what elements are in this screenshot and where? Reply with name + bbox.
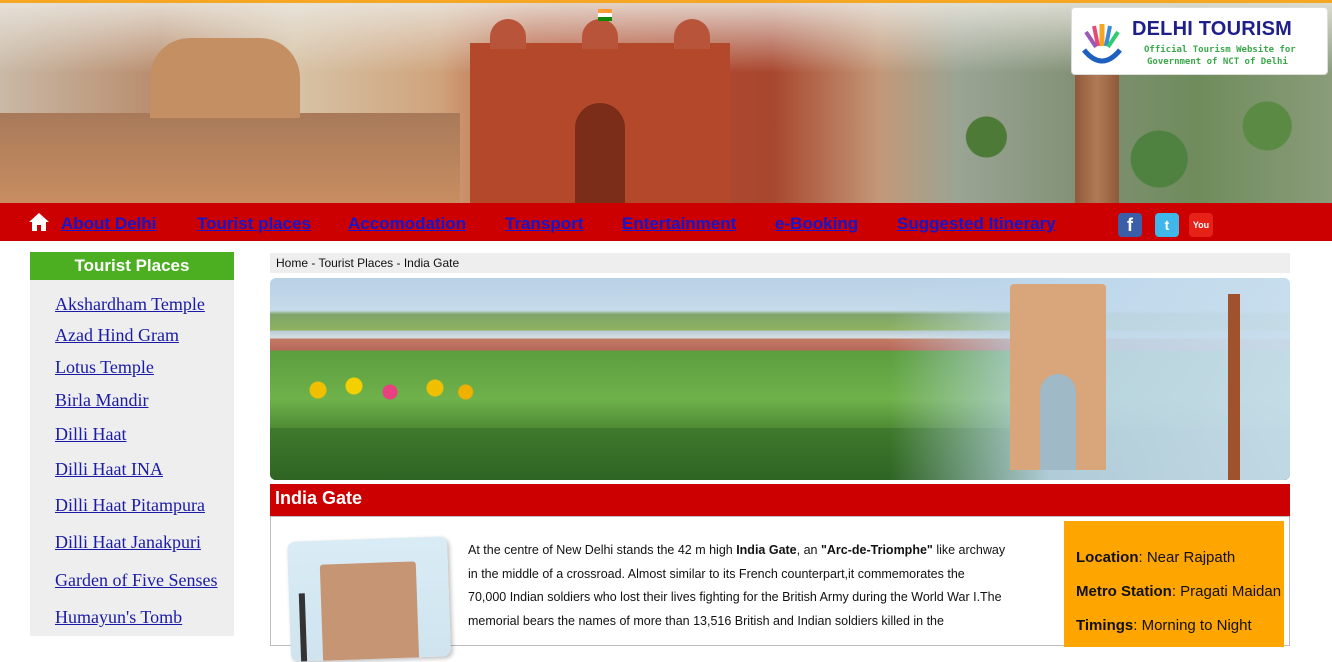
banner-akshardham-temple (150, 38, 300, 118)
twitter-icon[interactable]: t (1155, 213, 1179, 237)
logo-title: DELHI TOURISM (1132, 18, 1293, 40)
banner-qutub-minar (1075, 63, 1119, 203)
nav-tourist-places[interactable]: Tourist places (197, 214, 311, 234)
description-line-2: in the middle of a crossroad. Almost sim… (468, 566, 965, 581)
nav-e-booking[interactable]: e-Booking (775, 214, 858, 234)
facebook-icon[interactable]: f (1118, 213, 1142, 237)
sidebar-item-dilli-haat-ina[interactable]: Dilli Haat INA (55, 459, 163, 480)
indian-flag-icon (598, 9, 612, 21)
hero-flower-bed (300, 370, 480, 410)
info-metro-label: Metro Station (1076, 583, 1172, 600)
nav-accomodation[interactable]: Accomodation (348, 214, 466, 234)
info-timings-value: : Morning to Night (1133, 617, 1252, 634)
sidebar-item-humayuns-tomb[interactable]: Humayun's Tomb (55, 607, 182, 628)
info-location-label: Location (1076, 549, 1139, 566)
nav-about-delhi[interactable]: About Delhi (61, 214, 156, 234)
sidebar-item-garden-of-five-senses[interactable]: Garden of Five Senses (55, 570, 217, 591)
arch-opening (1040, 374, 1076, 470)
sidebar-title: Tourist Places (30, 252, 234, 280)
fort-dome (490, 19, 526, 49)
hero-lamp-post (1228, 294, 1240, 480)
banner-red-fort (470, 19, 730, 203)
nav-entertainment[interactable]: Entertainment (622, 214, 736, 234)
fort-dome (674, 19, 710, 49)
description-text: At the centre of New Delhi stands the 42… (468, 539, 1038, 633)
info-panel: Location: Near Rajpath Metro Station: Pr… (1064, 521, 1284, 647)
fort-gate (575, 103, 625, 203)
sidebar-item-azad-hind-gram[interactable]: Azad Hind Gram (55, 325, 179, 346)
info-metro-value: : Pragati Maidan (1171, 583, 1282, 600)
hero-india-gate-arch (1010, 284, 1106, 470)
desc-arc-de-triomphe-bold: "Arc-de-Triomphe" (820, 543, 933, 557)
info-location-value: : Near Rajpath (1138, 549, 1236, 566)
sidebar-item-dilli-haat-pitampura[interactable]: Dilli Haat Pitampura (55, 495, 205, 516)
info-metro: Metro Station: Pragati Maidan (1076, 583, 1281, 600)
description-line-3: 70,000 Indian soldiers who lost their li… (468, 590, 1002, 604)
delhi-tourism-logo-icon (1082, 24, 1122, 64)
logo-subtitle-1: Official Tourism Website for (1144, 45, 1296, 55)
delhi-tourism-logo[interactable]: DELHI TOURISM Official Tourism Website f… (1071, 7, 1328, 75)
info-timings: Timings: Morning to Night (1076, 617, 1252, 634)
tourist-places-sidebar: Tourist Places Akshardham Temple Azad Hi… (30, 252, 234, 636)
info-timings-label: Timings (1076, 617, 1134, 634)
desc-india-gate-bold: India Gate (736, 543, 797, 557)
fort-dome (582, 19, 618, 49)
desc-text-e: like archway (932, 543, 1006, 557)
info-location: Location: Near Rajpath (1076, 549, 1235, 566)
sidebar-item-dilli-haat-janakpuri[interactable]: Dilli Haat Janakpuri (55, 532, 201, 553)
youtube-icon[interactable]: You Tube (1189, 213, 1213, 254)
description-line-1: At the centre of New Delhi stands the 42… (468, 539, 1038, 563)
desc-text-c: , an (796, 543, 821, 557)
nav-suggested-itinerary[interactable]: Suggested Itinerary (897, 214, 1056, 234)
description-line-4: memorial bears the names of more than 13… (468, 613, 944, 628)
sidebar-item-akshardham-temple[interactable]: Akshardham Temple (55, 294, 205, 315)
india-gate-thumbnail (286, 536, 452, 662)
desc-text-a: At the centre of New Delhi stands the 42… (468, 543, 737, 557)
home-icon[interactable] (28, 212, 50, 232)
thumbnail-gate (319, 561, 420, 662)
logo-subtitle-2: Government of NCT of Delhi (1147, 57, 1288, 67)
header-banner-image: DELHI TOURISM Official Tourism Website f… (0, 3, 1332, 203)
section-title: India Gate (270, 484, 1290, 516)
sidebar-item-dilli-haat[interactable]: Dilli Haat (55, 424, 126, 445)
nav-transport[interactable]: Transport (505, 214, 583, 234)
banner-akshardham-ground (0, 113, 460, 203)
sidebar-item-lotus-temple[interactable]: Lotus Temple (55, 357, 154, 378)
content-box: At the centre of New Delhi stands the 42… (270, 516, 1290, 662)
sidebar-item-birla-mandir[interactable]: Birla Mandir (55, 390, 148, 411)
india-gate-hero-image (270, 278, 1290, 480)
breadcrumb[interactable]: Home - Tourist Places - India Gate (270, 253, 1290, 273)
